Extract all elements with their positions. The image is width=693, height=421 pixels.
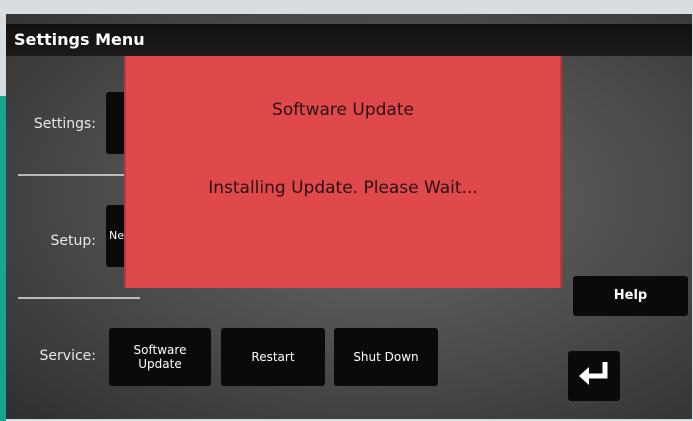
window-title: Settings Menu <box>14 30 145 49</box>
back-button[interactable] <box>568 351 620 401</box>
shut-down-button-label: Shut Down <box>353 350 419 364</box>
return-arrow-icon <box>577 361 611 391</box>
divider-1 <box>18 174 140 176</box>
restart-button-label: Restart <box>251 350 295 364</box>
help-button-label: Help <box>613 288 648 303</box>
restart-button[interactable]: Restart <box>221 328 325 386</box>
dialog-title: Software Update <box>272 100 414 120</box>
shut-down-button[interactable]: Shut Down <box>334 328 438 386</box>
divider-2 <box>18 297 140 299</box>
setup-button-label: Ne <box>109 229 124 242</box>
software-update-dialog: Software Update Installing Update. Pleas… <box>124 56 562 288</box>
touch-screen: Settings Menu Settings: Setup: Ne Servic… <box>6 14 692 419</box>
dialog-message: Installing Update. Please Wait... <box>208 178 478 198</box>
help-button[interactable]: Help <box>573 276 688 316</box>
setup-row-label: Setup: <box>50 233 96 249</box>
settings-row-label: Settings: <box>33 116 96 132</box>
service-row-label: Service: <box>39 348 96 364</box>
software-update-button[interactable]: Software Update <box>109 328 211 386</box>
title-bar: Settings Menu <box>6 24 692 56</box>
software-update-button-label: Software Update <box>133 343 187 371</box>
